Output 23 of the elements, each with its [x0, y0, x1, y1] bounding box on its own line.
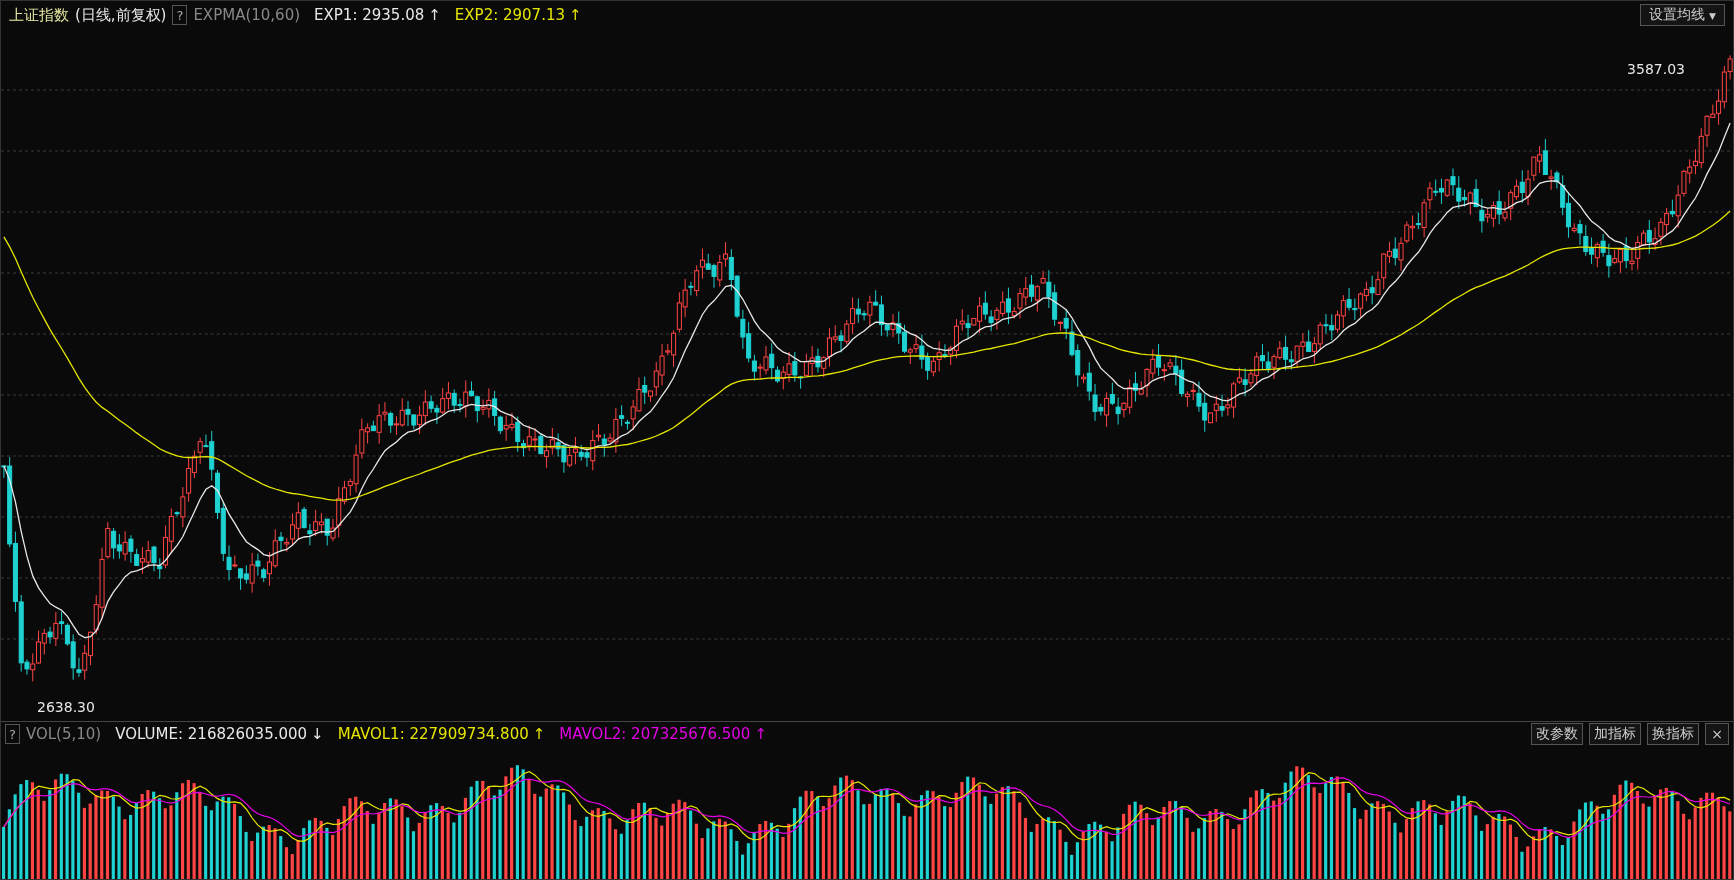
indicator-value: EXP1: 2935.08: [314, 6, 425, 24]
help-button[interactable]: ?: [172, 5, 188, 25]
help-button[interactable]: ?: [5, 724, 20, 744]
indicator-button[interactable]: 换指标: [1647, 723, 1700, 745]
trend-arrow-icon: ↑: [754, 725, 767, 743]
indicator-name: VOL(5,10): [25, 725, 102, 743]
index-title: 上证指数: [9, 5, 69, 25]
set-moving-average-dropdown[interactable]: 设置均线 ▼: [1639, 4, 1725, 26]
indicator-value: MAVOL2: 207325676.500: [559, 725, 751, 743]
close-button[interactable]: ×: [1705, 723, 1729, 745]
low-price-label: 2638.30: [37, 699, 95, 715]
indicator-button[interactable]: 加指标: [1589, 723, 1642, 745]
trend-arrow-icon: ↓: [311, 725, 324, 743]
indicator-value: MAVOL1: 227909734.800: [337, 725, 529, 743]
trend-arrow-icon: ↑: [532, 725, 546, 743]
indicator-name: EXPMA(10,60): [193, 6, 301, 24]
indicator-button[interactable]: 改参数: [1531, 723, 1584, 745]
chart-mode-label: (日线,前复权): [75, 5, 167, 25]
trend-arrow-icon: ↑: [569, 6, 582, 24]
indicator-value: EXP2: 2907.13: [454, 6, 566, 24]
trend-arrow-icon: ↑: [428, 6, 441, 24]
indicator-value: VOLUME: 216826035.000: [115, 725, 308, 743]
high-price-label: 3587.03: [1627, 61, 1685, 77]
